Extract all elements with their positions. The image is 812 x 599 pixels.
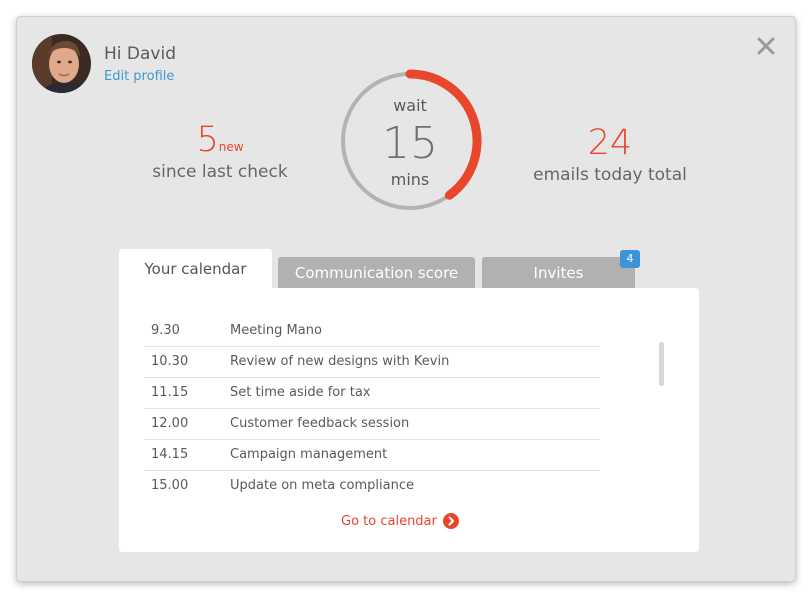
new-tag: new [218, 140, 244, 154]
calendar-panel: 9.30 Meeting Mano 10.30 Review of new desi… [119, 288, 699, 552]
go-to-calendar-link[interactable]: Go to calendar [341, 513, 459, 529]
event-title: Campaign management [230, 447, 388, 462]
greeting-text: Hi David [104, 44, 176, 64]
edit-profile-link[interactable]: Edit profile [104, 69, 174, 84]
avatar[interactable] [32, 34, 91, 93]
tab-invites[interactable]: Invites [482, 257, 635, 289]
event-time: 12.00 [151, 416, 189, 431]
calendar-event-row[interactable]: 15.00 Update on meta compliance [144, 471, 600, 501]
dashboard-window: Hi David Edit profile 5new since last ch… [17, 17, 795, 581]
calendar-event-row[interactable]: 12.00 Customer feedback session [144, 409, 600, 440]
event-title: Set time aside for tax [230, 385, 371, 400]
event-title: Customer feedback session [230, 416, 410, 431]
new-count: 5 [196, 120, 219, 160]
event-time: 14.15 [151, 447, 189, 462]
calendar-event-row[interactable]: 14.15 Campaign management [144, 440, 600, 471]
tab-communication-score[interactable]: Communication score [278, 257, 475, 289]
event-title: Meeting Mano [230, 323, 322, 338]
go-to-calendar-label: Go to calendar [341, 513, 437, 529]
event-title: Update on meta compliance [230, 478, 414, 493]
event-time: 9.30 [151, 323, 180, 338]
invites-badge: 4 [620, 250, 640, 268]
chevron-right-icon [442, 513, 459, 529]
timer-wait-label: wait [393, 96, 427, 115]
list-scrollbar[interactable] [659, 342, 664, 386]
event-time: 11.15 [151, 385, 189, 400]
timer-value: 15 [382, 118, 438, 169]
timer-unit: mins [390, 170, 430, 189]
new-emails-stat: 5new since last check [150, 120, 290, 182]
wait-timer: wait 15 mins [337, 68, 483, 214]
close-button[interactable] [753, 33, 779, 59]
calendar-event-list: 9.30 Meeting Mano 10.30 Review of new desi… [144, 316, 600, 501]
event-title: Review of new designs with Kevin [230, 354, 450, 369]
total-label: emails today total [533, 165, 687, 185]
event-time: 10.30 [151, 354, 189, 369]
total-emails-stat: 24 emails today total [527, 123, 693, 185]
new-label: since last check [152, 162, 288, 182]
tab-your-calendar[interactable]: Your calendar [119, 249, 272, 289]
calendar-event-row[interactable]: 9.30 Meeting Mano [144, 316, 600, 347]
event-time: 15.00 [151, 478, 189, 493]
close-icon [757, 37, 775, 55]
total-count: 24 [587, 123, 633, 163]
calendar-event-row[interactable]: 11.15 Set time aside for tax [144, 378, 600, 409]
calendar-event-row[interactable]: 10.30 Review of new designs with Kevin [144, 347, 600, 378]
